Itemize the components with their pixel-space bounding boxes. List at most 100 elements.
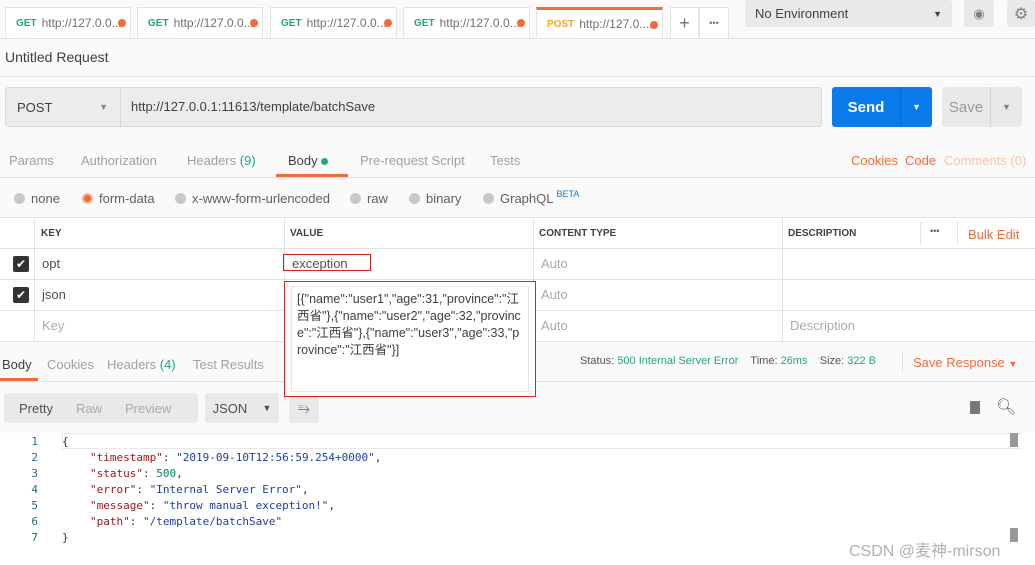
- request-tab[interactable]: GET http://127.0.0...: [137, 7, 263, 38]
- request-tab[interactable]: GET http://127.0.0...: [5, 7, 131, 38]
- radio-urlencoded[interactable]: x-www-form-urlencoded: [175, 191, 330, 206]
- content-type-cell[interactable]: Auto: [541, 318, 568, 333]
- chevron-down-icon[interactable]: ▼: [990, 87, 1022, 127]
- line-number: 1: [31, 435, 38, 448]
- new-tab-button[interactable]: +: [670, 7, 699, 38]
- key-cell[interactable]: json: [42, 287, 66, 302]
- status-value: 500 Internal Server Error: [617, 355, 739, 367]
- code-line: "error": "Internal Server Error",: [90, 483, 309, 496]
- checkbox-checked[interactable]: ✔: [13, 256, 29, 272]
- tab-authorization[interactable]: Authorization: [81, 153, 157, 168]
- line-number: 3: [31, 467, 38, 480]
- tab-tests[interactable]: Tests: [490, 153, 520, 168]
- json-value-text[interactable]: [{"name":"user1","age":31,"province":"江西…: [291, 286, 529, 392]
- code-line: "path": "/template/batchSave": [90, 515, 283, 528]
- more-options-button[interactable]: •••: [930, 226, 939, 236]
- copy-icon[interactable]: [970, 401, 980, 414]
- method-label: POST: [547, 18, 575, 30]
- bulk-edit-button[interactable]: Bulk Edit: [968, 227, 1019, 242]
- save-label: Save: [948, 98, 984, 116]
- highlight-box: [283, 254, 371, 271]
- line-number: 4: [31, 483, 38, 496]
- radio-label: binary: [426, 191, 462, 206]
- request-tab[interactable]: GET http://127.0.0...: [403, 7, 530, 38]
- request-title[interactable]: Untitled Request: [5, 49, 109, 65]
- size-value: 322 B: [847, 355, 876, 367]
- line-number: 5: [31, 499, 38, 512]
- wrap-lines-icon[interactable]: ⥱: [289, 393, 319, 423]
- unsaved-dot: [250, 19, 258, 27]
- content-type-cell[interactable]: Auto: [541, 256, 568, 271]
- tab-label: Headers: [187, 153, 237, 168]
- tab-label: http://127.0.0...: [306, 16, 387, 30]
- search-icon[interactable]: 🔍︎: [996, 397, 1016, 417]
- column-header-content-type: CONTENT TYPE: [539, 228, 617, 239]
- radio-none[interactable]: none: [14, 191, 60, 206]
- scrollbar[interactable]: [1010, 528, 1018, 542]
- json-value: 500: [156, 467, 177, 480]
- response-meta: Status: 500 Internal Server Error Time: …: [580, 355, 876, 367]
- environment-select[interactable]: No Environment ▼: [745, 0, 952, 27]
- tab-label: Body: [288, 153, 318, 168]
- save-button[interactable]: Save ▼: [942, 87, 1022, 127]
- chevron-down-icon: ▼: [933, 8, 942, 19]
- url-input[interactable]: http://127.0.0.1:11613/template/batchSav…: [131, 99, 375, 114]
- json-value: "/template/batchSave": [143, 515, 283, 528]
- radio-raw[interactable]: raw: [350, 191, 388, 206]
- tab-label: http://127.0....: [579, 17, 653, 31]
- chevron-down-icon[interactable]: ▼: [900, 87, 932, 127]
- content-type-cell[interactable]: Auto: [541, 287, 568, 302]
- code-line: }: [62, 531, 69, 544]
- key-input[interactable]: Key: [42, 318, 64, 333]
- tab-prerequest-script[interactable]: Pre-request Script: [360, 153, 465, 168]
- resp-tab-test-results[interactable]: Test Results: [193, 357, 264, 372]
- json-key: "error": [90, 483, 137, 496]
- request-tab-active[interactable]: POST http://127.0....: [536, 7, 663, 38]
- pretty-button[interactable]: Pretty: [19, 401, 53, 416]
- radio-graphql[interactable]: GraphQL BETA: [483, 188, 580, 206]
- scrollbar[interactable]: [1010, 433, 1018, 447]
- format-select[interactable]: JSON ▼: [205, 393, 279, 423]
- value-expanded-editor[interactable]: [{"name":"user1","age":31,"province":"江西…: [284, 281, 536, 397]
- view-mode-group: Pretty Raw Preview: [4, 393, 198, 423]
- more-tabs-button[interactable]: •••: [699, 7, 729, 38]
- status-label: Status:: [580, 355, 615, 367]
- radio-icon: [483, 193, 494, 204]
- json-key: "status": [90, 467, 143, 480]
- send-button[interactable]: Send ▼: [832, 87, 932, 127]
- json-key: "message": [90, 499, 150, 512]
- description-input[interactable]: Description: [790, 318, 855, 333]
- request-tab[interactable]: GET http://127.0.0...: [270, 7, 397, 38]
- radio-selected-icon: [82, 193, 93, 204]
- send-label: Send: [847, 98, 885, 116]
- json-value: "throw manual exception!": [162, 499, 329, 512]
- eye-icon[interactable]: ◉: [964, 0, 994, 27]
- tab-params[interactable]: Params: [9, 153, 54, 168]
- code-line: "message": "throw manual exception!",: [90, 499, 336, 512]
- tab-label: Headers: [107, 357, 157, 372]
- radio-binary[interactable]: binary: [409, 191, 461, 206]
- gear-icon[interactable]: ⚙: [1007, 0, 1035, 27]
- tab-body[interactable]: Body: [288, 153, 329, 168]
- method-select[interactable]: POST ▼: [5, 87, 121, 127]
- comments-link[interactable]: Comments (0): [944, 153, 1026, 168]
- line-number: 6: [31, 515, 38, 528]
- line-number: 7: [31, 531, 38, 544]
- tab-headers[interactable]: Headers (9): [187, 153, 256, 168]
- radio-form-data[interactable]: form-data: [82, 191, 155, 206]
- key-cell[interactable]: opt: [42, 256, 60, 271]
- resp-tab-body[interactable]: Body: [2, 357, 32, 372]
- tab-label: http://127.0.0...: [173, 16, 254, 30]
- resp-tab-cookies[interactable]: Cookies: [47, 357, 94, 372]
- raw-button[interactable]: Raw: [76, 401, 102, 416]
- resp-tab-headers[interactable]: Headers (4): [107, 357, 176, 372]
- json-value: "2019-09-10T12:56:59.254+0000": [176, 451, 375, 464]
- method-label: GET: [414, 17, 435, 29]
- preview-button[interactable]: Preview: [125, 401, 171, 416]
- save-response-button[interactable]: Save Response ▼: [913, 355, 1017, 370]
- method-label: GET: [16, 17, 37, 29]
- cookies-link[interactable]: Cookies: [851, 153, 898, 168]
- beta-badge: BETA: [556, 188, 580, 199]
- checkbox-checked[interactable]: ✔: [13, 287, 29, 303]
- code-link[interactable]: Code: [905, 153, 936, 168]
